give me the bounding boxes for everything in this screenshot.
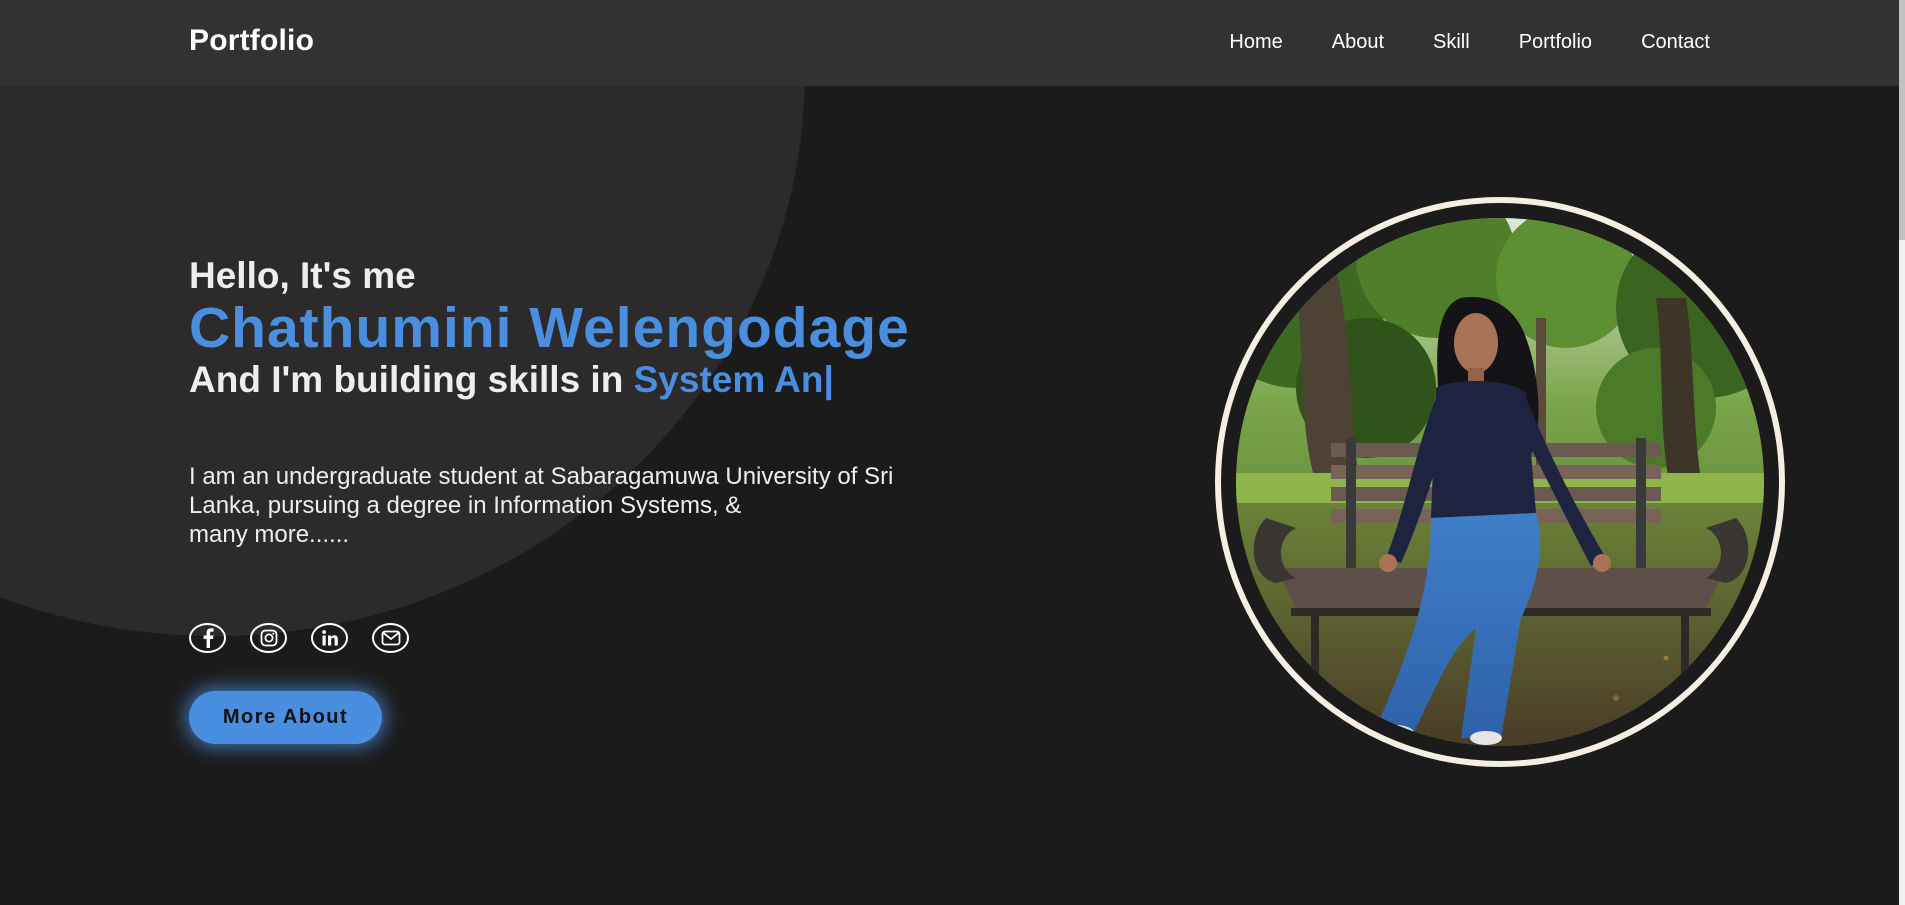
scrollbar[interactable] [1899,0,1905,905]
nav-home[interactable]: Home [1229,31,1282,54]
header: Portfolio Home About Skill Portfolio Con… [0,0,1899,86]
intro-line: many more...... [189,521,350,548]
linkedin-link[interactable] [311,623,348,653]
mail-link[interactable] [372,623,409,653]
skills-line: And I'm building skills in System An| [189,358,910,402]
facebook-link[interactable] [189,623,226,653]
page: Portfolio Home About Skill Portfolio Con… [0,0,1905,905]
intro-line: I am an undergraduate student at Sabarag… [189,463,894,490]
instagram-icon [260,629,277,647]
site-logo[interactable]: Portfolio [189,24,314,58]
more-about-button[interactable]: More About [189,691,382,744]
person-name: Chathumini Welengodage [189,296,910,360]
scrollbar-thumb[interactable] [1899,0,1905,240]
intro-line: Lanka, pursuing a degree in Information … [189,492,742,519]
mail-icon [381,630,400,646]
profile-photo-image [1236,218,1764,746]
facebook-icon [203,628,214,648]
nav-contact[interactable]: Contact [1641,31,1710,54]
greeting: Hello, It's me [189,255,416,296]
social-links [189,623,433,653]
nav-about[interactable]: About [1332,31,1384,54]
profile-photo [1236,218,1764,746]
nav-skill[interactable]: Skill [1433,31,1470,54]
hero-heading: Hello, It's me Chathumini Welengodage An… [189,254,910,402]
intro-text: I am an undergraduate student at Sabarag… [189,462,949,549]
typed-text: System An| [633,359,834,400]
nav-portfolio[interactable]: Portfolio [1519,31,1592,54]
instagram-link[interactable] [250,623,287,653]
main-nav: Home About Skill Portfolio Contact [1180,31,1710,54]
skills-prefix: And I'm building skills in [189,359,634,400]
linkedin-icon [321,630,338,646]
